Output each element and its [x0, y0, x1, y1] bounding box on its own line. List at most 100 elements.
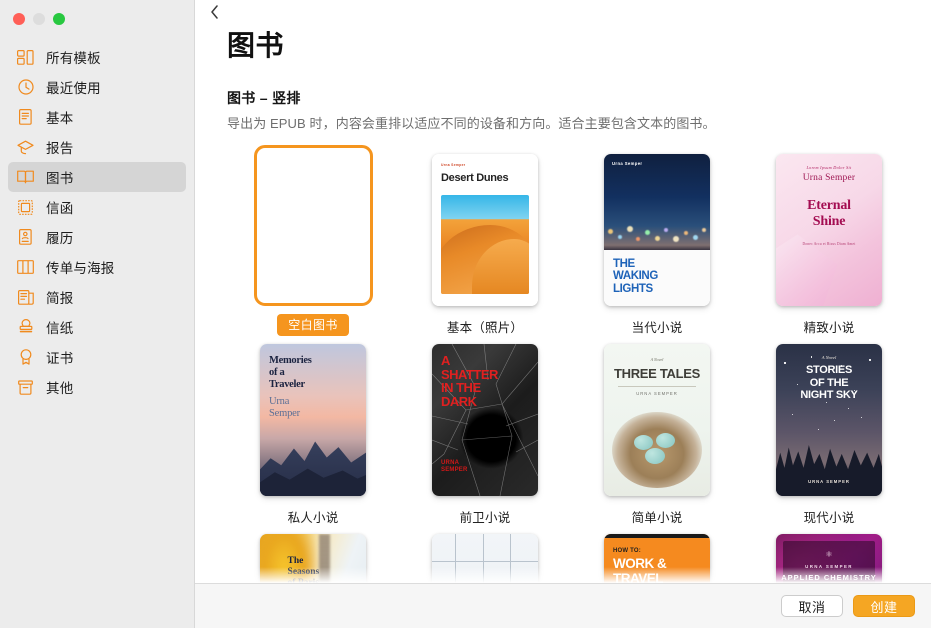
shatter-dark-cover: A SHATTER IN THE DARK URNA SEMPER	[432, 344, 538, 496]
cover-subtitle: A Novel	[821, 355, 837, 360]
cover-title: The Seasons of Paris	[287, 556, 320, 583]
sidebar-item-label: 证书	[46, 351, 74, 366]
sidebar-item-label: 简报	[46, 291, 74, 306]
cover-title: Desert Dunes	[441, 172, 509, 184]
template-thumb: Urna Semper Desert Dunes	[432, 146, 538, 306]
template-thumb: Memories of a Traveler Urna Semper	[260, 336, 366, 496]
sidebar-item-stationery[interactable]: 信纸	[8, 312, 186, 342]
cover-author: Urna Semper	[802, 173, 856, 183]
graduation-cap-icon	[16, 138, 35, 157]
document-icon	[16, 108, 35, 127]
template-card-modern-novel[interactable]: A Novel STORIES OF THE NIGHT SKY URNA SE…	[743, 336, 915, 526]
basic-photo-cover: Urna Semper Desert Dunes	[432, 154, 538, 306]
trifold-icon	[16, 258, 35, 277]
create-button[interactable]: 创建	[853, 595, 915, 617]
sidebar-item-other[interactable]: 其他	[8, 372, 186, 402]
template-card-contemporary-novel[interactable]: Urna Semper THE WAKING LIGHTS 当代小说	[571, 146, 743, 336]
cover-title: THE WAKING LIGHTS	[613, 257, 658, 295]
template-card-basic-photo[interactable]: Urna Semper Desert Dunes 基本（照片）	[399, 146, 571, 336]
dialog-footer: 取消 创建	[195, 583, 931, 628]
template-thumb: HOW TO: WORK & TRAVEL	[604, 526, 710, 583]
cover-title: STORIES OF THE NIGHT SKY	[800, 364, 858, 401]
sidebar-item-label: 所有模板	[46, 51, 101, 66]
all-templates-icon	[16, 48, 35, 67]
sidebar-item-letters[interactable]: 信函	[8, 192, 186, 222]
template-card-puzzle[interactable]	[399, 526, 571, 583]
cover-author: URNA SEMPER	[441, 460, 468, 473]
sidebar-item-all-templates[interactable]: 所有模板	[8, 42, 186, 72]
nest-art	[612, 412, 702, 488]
cover-footer: Donec Arcu et Risus Diam Amet	[802, 242, 856, 246]
template-thumb: A SHATTER IN THE DARK URNA SEMPER	[432, 336, 538, 496]
sidebar-item-newsletter[interactable]: 简报	[8, 282, 186, 312]
template-card-blank-book[interactable]: 空白图书	[227, 145, 399, 336]
work-travel-cover: HOW TO: WORK & TRAVEL	[604, 534, 710, 583]
template-card-avantgarde-novel[interactable]: A SHATTER IN THE DARK URNA SEMPER 前卫小说	[399, 336, 571, 526]
sidebar-item-flyers-posters[interactable]: 传单与海报	[8, 252, 186, 282]
open-book-icon	[16, 168, 35, 187]
sidebar-item-label: 信函	[46, 201, 74, 216]
section-title: 图书 – 竖排	[227, 90, 301, 106]
page-title: 图书	[227, 30, 285, 61]
template-scroll-area[interactable]: 图书 图书 – 竖排 导出为 EPUB 时，内容会重排以适应不同的设备和方向。适…	[195, 26, 931, 583]
cover-tag: Urna Semper	[441, 163, 466, 167]
chevron-left-icon	[210, 4, 219, 24]
cover-author: URNA SEMPER	[808, 479, 850, 484]
template-card-seasons-of-paris[interactable]: The Seasons of Paris	[227, 526, 399, 583]
template-thumb	[432, 526, 538, 583]
template-card-simple-novel[interactable]: A Novel THREE TALES URNA SEMPER 简单小说	[571, 336, 743, 526]
minimize-button[interactable]	[33, 13, 45, 25]
cover-author: Urna Semper	[612, 161, 643, 166]
template-label: 现代小说	[803, 511, 855, 525]
cover-author: URNA SEMPER	[636, 391, 678, 396]
main-panel: 图书 图书 – 竖排 导出为 EPUB 时，内容会重排以适应不同的设备和方向。适…	[195, 0, 931, 628]
sidebar-item-basic[interactable]: 基本	[8, 102, 186, 132]
template-thumb: Lorem Ipsum Dolor Sit Urna Semper Eterna…	[776, 146, 882, 306]
section-description: 导出为 EPUB 时，内容会重排以适应不同的设备和方向。适合主要包含文本的图书。	[227, 116, 716, 131]
sidebar-item-label: 履历	[46, 231, 74, 246]
cover-title: Eternal Shine	[807, 198, 851, 229]
template-thumb: The Seasons of Paris	[260, 526, 366, 583]
sidebar-item-certificates[interactable]: 证书	[8, 342, 186, 372]
sidebar-item-report[interactable]: 报告	[8, 132, 186, 162]
template-chooser-window: 所有模板 最近使用 基本 报告 图书 信函 履历 传单与海报 简报 信纸 证书 …	[0, 0, 931, 628]
cover-title: APPLIED CHEMISTRY	[781, 573, 877, 582]
sidebar-item-label: 其他	[46, 381, 74, 396]
night-sky-cover: A Novel STORIES OF THE NIGHT SKY URNA SE…	[776, 344, 882, 496]
zoom-button[interactable]	[53, 13, 65, 25]
three-tales-cover: A Novel THREE TALES URNA SEMPER	[604, 344, 710, 496]
sidebar-item-books[interactable]: 图书	[8, 162, 186, 192]
cover-kicker: HOW TO:	[613, 548, 641, 554]
sidebar-item-label: 信纸	[46, 321, 74, 336]
memories-traveler-cover: Memories of a Traveler Urna Semper	[260, 344, 366, 496]
template-thumb	[253, 145, 373, 306]
back-button[interactable]	[203, 4, 225, 24]
clock-icon	[16, 78, 35, 97]
template-card-personal-novel[interactable]: Memories of a Traveler Urna Semper 私人小说	[227, 336, 399, 526]
template-card-applied-chemistry[interactable]: ⚛ URNA SEMPER APPLIED CHEMISTRY FIRST ED…	[743, 526, 915, 583]
template-label: 基本（照片）	[446, 321, 524, 335]
template-label: 私人小说	[287, 511, 339, 525]
window-controls	[0, 0, 194, 26]
city-lights	[604, 216, 710, 249]
seasons-paris-cover: The Seasons of Paris	[260, 534, 366, 583]
letter-frame-icon	[16, 198, 35, 217]
template-card-elegant-novel[interactable]: Lorem Ipsum Dolor Sit Urna Semper Eterna…	[743, 146, 915, 336]
close-button[interactable]	[13, 13, 25, 25]
certificate-ribbon-icon	[16, 348, 35, 367]
cover-title: THREE TALES	[613, 366, 701, 381]
template-card-work-travel[interactable]: HOW TO: WORK & TRAVEL	[571, 526, 743, 583]
sidebar-item-label: 图书	[46, 171, 74, 186]
cover-subtitle: A Novel	[650, 357, 664, 362]
stamp-icon	[16, 318, 35, 337]
sidebar-item-resume[interactable]: 履历	[8, 222, 186, 252]
sidebar-item-label: 报告	[46, 141, 74, 156]
sidebar-item-recent[interactable]: 最近使用	[8, 72, 186, 102]
template-thumb: A Novel THREE TALES URNA SEMPER	[604, 336, 710, 496]
applied-chemistry-cover: ⚛ URNA SEMPER APPLIED CHEMISTRY FIRST ED…	[776, 534, 882, 583]
cover-author: URNA SEMPER	[805, 564, 853, 569]
cancel-button[interactable]: 取消	[781, 595, 843, 617]
resume-card-icon	[16, 228, 35, 247]
cover-title: WORK & TRAVEL	[613, 556, 667, 583]
sidebar-item-label: 最近使用	[46, 81, 101, 96]
